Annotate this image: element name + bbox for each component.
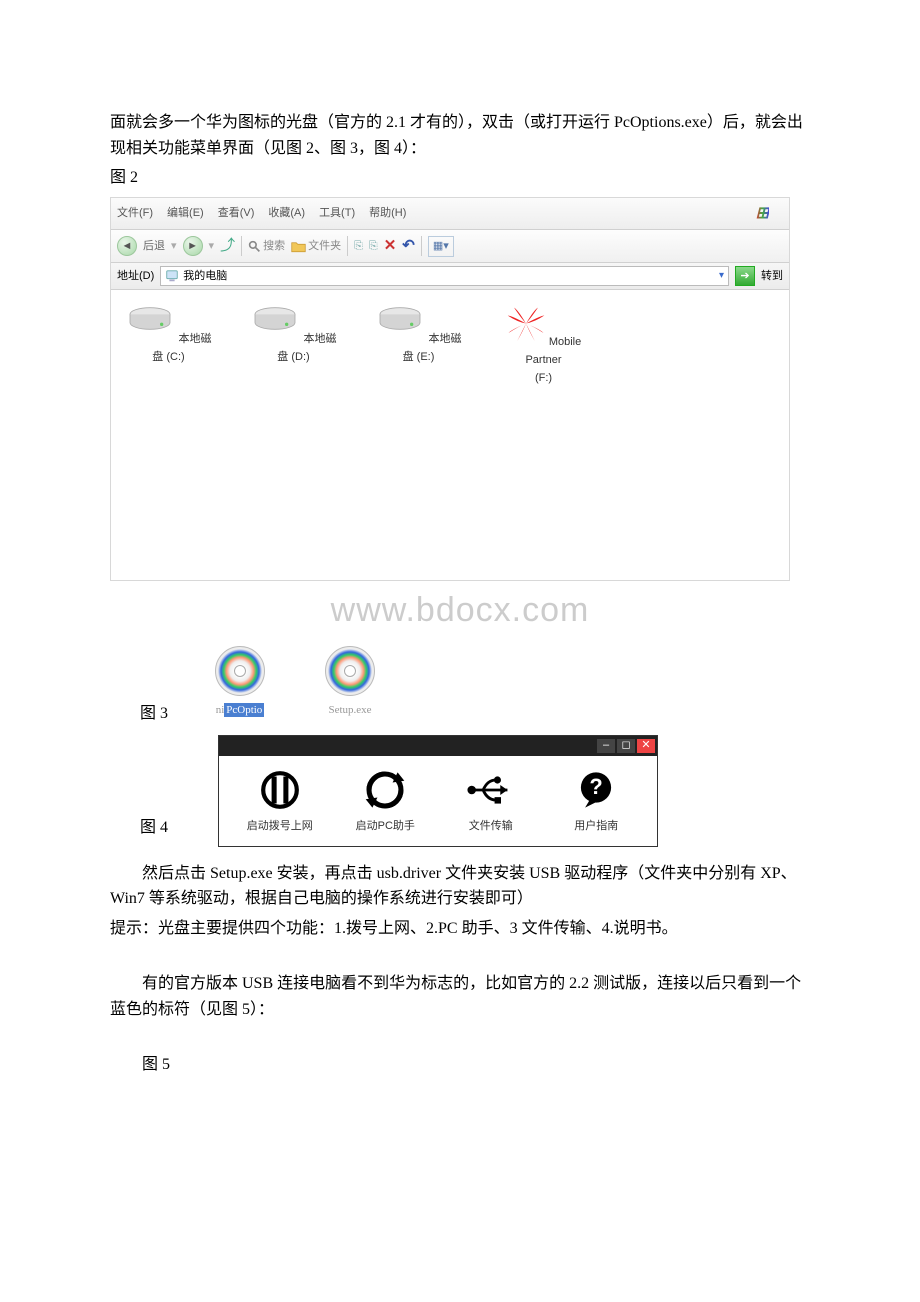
address-dropdown-icon[interactable]: ▾ (719, 268, 724, 284)
huawei-icon (506, 306, 546, 341)
explorer-window: 文件(F) 编辑(E) 查看(V) 收藏(A) 工具(T) 帮助(H) ⊞ ◄ … (110, 197, 790, 582)
forward-button[interactable]: ► (183, 236, 203, 256)
close-button[interactable]: ✕ (637, 739, 655, 753)
window-titlebar: – ◻ ✕ (219, 736, 657, 756)
sync-icon (364, 769, 406, 811)
back-label: 后退 (143, 238, 165, 256)
search-button[interactable]: 搜索 (248, 238, 285, 256)
intro-paragraph: 面就会多一个华为图标的光盘（官方的 2.1 才有的），双击（或打开运行 PcOp… (110, 110, 810, 161)
paragraph-hint: 提示：光盘主要提供四个功能：1.拨号上网、2.PC 助手、3 文件传输、4.说明… (110, 916, 810, 942)
explorer-menubar: 文件(F) 编辑(E) 查看(V) 收藏(A) 工具(T) 帮助(H) ⊞ (111, 198, 789, 231)
maximize-button[interactable]: ◻ (617, 739, 635, 753)
go-label: 转到 (761, 268, 783, 286)
pcoptions-window: – ◻ ✕ 启动拨号上网 启动PC助手 (218, 735, 658, 847)
move-to-icon[interactable]: ⎘ (354, 238, 363, 256)
file-pcoptions[interactable]: niPcOptio (200, 646, 280, 720)
folders-button[interactable]: 文件夹 (291, 238, 341, 256)
explorer-toolbar: ◄ 后退 ▾ ► ▾ ⤴ 搜索 文件夹 ⎘ ⎘ ✕ ↶ ▦▾ (111, 230, 789, 263)
views-button[interactable]: ▦▾ (428, 236, 454, 258)
drive-d[interactable]: 本地磁盘 (D:) (246, 306, 341, 570)
menu-fav[interactable]: 收藏(A) (268, 205, 305, 223)
cd-icon (215, 646, 265, 696)
fig2-label: 图 2 (110, 165, 810, 191)
windows-flag-icon: ⊞ (756, 201, 769, 227)
option-dialup[interactable]: 启动拨号上网 (235, 770, 325, 836)
undo-button[interactable]: ↶ (402, 234, 415, 258)
explorer-addressbar: 地址(D) 我的电脑 ▾ ➔ 转到 (111, 263, 789, 290)
address-field[interactable]: 我的电脑 ▾ (160, 266, 729, 286)
usb-icon (466, 774, 516, 806)
up-button[interactable]: ⤴ (220, 234, 235, 258)
explorer-content: 本地磁盘 (C:) 本地磁盘 (D:) 本地磁盘 (E:) (111, 290, 789, 580)
help-icon: ? (575, 769, 617, 811)
paragraph-setup: 然后点击 Setup.exe 安装，再点击 usb.driver 文件夹安装 U… (110, 861, 810, 912)
svg-text:?: ? (590, 774, 603, 799)
option-guide[interactable]: ? 用户指南 (551, 770, 641, 836)
fig4-label: 图 4 (140, 815, 168, 841)
minimize-button[interactable]: – (597, 739, 615, 753)
delete-button[interactable]: ✕ (384, 234, 397, 258)
hard-disk-icon (250, 306, 300, 336)
cd-icon (325, 646, 375, 696)
drive-c[interactable]: 本地磁盘 (C:) (121, 306, 216, 570)
back-button[interactable]: ◄ (117, 236, 137, 256)
fig5-label: 图 5 (142, 1052, 810, 1078)
menu-edit[interactable]: 编辑(E) (167, 205, 204, 223)
hard-disk-icon (375, 306, 425, 336)
option-pcsuite[interactable]: 启动PC助手 (340, 770, 430, 836)
address-label: 地址(D) (117, 268, 154, 286)
drive-e[interactable]: 本地磁盘 (E:) (371, 306, 466, 570)
address-value: 我的电脑 (183, 268, 227, 286)
menu-view[interactable]: 查看(V) (218, 205, 255, 223)
option-filetransfer[interactable]: 文件传输 (446, 770, 536, 836)
hard-disk-icon (125, 306, 175, 336)
menu-help[interactable]: 帮助(H) (369, 205, 406, 223)
watermark: www.bdocx.com (110, 583, 810, 637)
copy-to-icon[interactable]: ⎘ (369, 238, 378, 256)
menu-tools[interactable]: 工具(T) (319, 205, 355, 223)
go-button[interactable]: ➔ (735, 266, 755, 286)
drive-f-mobile-partner[interactable]: Mobile Partner (F:) (496, 306, 591, 570)
dialup-icon (259, 769, 301, 811)
menu-file[interactable]: 文件(F) (117, 205, 153, 223)
computer-icon (165, 269, 179, 283)
file-setup[interactable]: Setup.exe (310, 646, 390, 720)
paragraph-22beta: 有的官方版本 USB 连接电脑看不到华为标志的，比如官方的 2.2 测试版，连接… (110, 971, 810, 1022)
